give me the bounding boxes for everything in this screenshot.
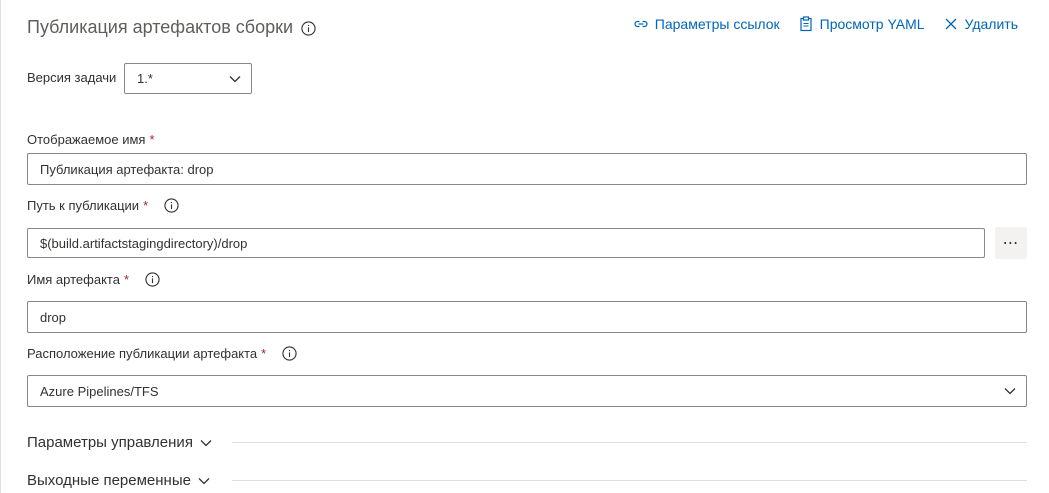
publish-location-label-text: Расположение публикации артефакта (27, 346, 258, 361)
task-version-value: 1.* (137, 71, 153, 86)
output-variables-label: Выходные переменные (27, 472, 191, 489)
artifact-name-value: drop (40, 309, 67, 325)
artifact-name-field[interactable]: drop (27, 301, 1027, 333)
remove-button[interactable]: Удалить (943, 16, 1018, 32)
output-variables-section-toggle[interactable]: Выходные переменные (27, 472, 211, 489)
link-settings-button[interactable]: Параметры ссылок (633, 16, 780, 32)
task-version-label: Версия задачи (27, 70, 116, 85)
link-settings-label: Параметры ссылок (654, 16, 780, 32)
view-yaml-button[interactable]: Просмотр YAML (798, 16, 925, 32)
path-to-publish-label-text: Путь к публикации (27, 198, 140, 213)
info-icon[interactable] (145, 272, 160, 287)
path-to-publish-field[interactable]: $(build.artifactstagingdirectory)/drop (27, 228, 985, 258)
artifact-name-label: Имя артефакта * (27, 272, 160, 287)
required-marker: * (123, 272, 130, 287)
task-version-label-text: Версия задачи (27, 70, 117, 85)
info-icon[interactable] (164, 198, 179, 213)
path-to-publish-label: Путь к публикации * (27, 198, 179, 213)
browse-button[interactable]: ⋯ (995, 227, 1027, 259)
required-marker: * (261, 346, 267, 361)
section-divider (232, 442, 1027, 443)
page-title: Публикация артефактов сборки (27, 17, 316, 38)
clipboard-icon (800, 16, 812, 32)
display-name-field[interactable]: Публикация артефакта: drop (27, 153, 1027, 185)
view-yaml-label: Просмотр YAML (819, 16, 925, 32)
publish-location-select[interactable]: Azure Pipelines/TFS (27, 375, 1027, 407)
display-name-value: Публикация артефакта: drop (40, 161, 214, 177)
control-options-section-toggle[interactable]: Параметры управления (27, 434, 213, 451)
publish-location-label: Расположение публикации артефакта * (27, 346, 297, 361)
chevron-down-icon (200, 439, 212, 446)
section-divider (232, 480, 1027, 481)
panel-left-border (0, 0, 1, 493)
page-title-text: Публикация артефактов сборки (27, 17, 294, 37)
chevron-down-icon (229, 75, 241, 82)
info-icon[interactable] (282, 346, 297, 361)
publish-location-value: Azure Pipelines/TFS (40, 383, 159, 399)
remove-label: Удалить (964, 16, 1018, 32)
chevron-down-icon (198, 477, 210, 484)
link-icon (634, 20, 648, 28)
info-icon[interactable] (301, 20, 316, 36)
more-icon: ⋯ (1002, 235, 1020, 252)
chevron-down-icon (1004, 388, 1016, 395)
path-to-publish-value: $(build.artifactstagingdirectory)/drop (40, 235, 248, 251)
artifact-name-label-text: Имя артефакта (27, 272, 120, 287)
control-options-label: Параметры управления (27, 434, 193, 451)
header-toolbar: Параметры ссылок Просмотр YAML Удалить (633, 16, 1018, 32)
display-name-label-text: Отображаемое имя (27, 132, 146, 147)
required-marker: * (149, 132, 155, 147)
display-name-label: Отображаемое имя * (27, 132, 155, 147)
close-icon (945, 18, 957, 30)
required-marker: * (143, 198, 149, 213)
task-version-select[interactable]: 1.* (124, 63, 252, 94)
